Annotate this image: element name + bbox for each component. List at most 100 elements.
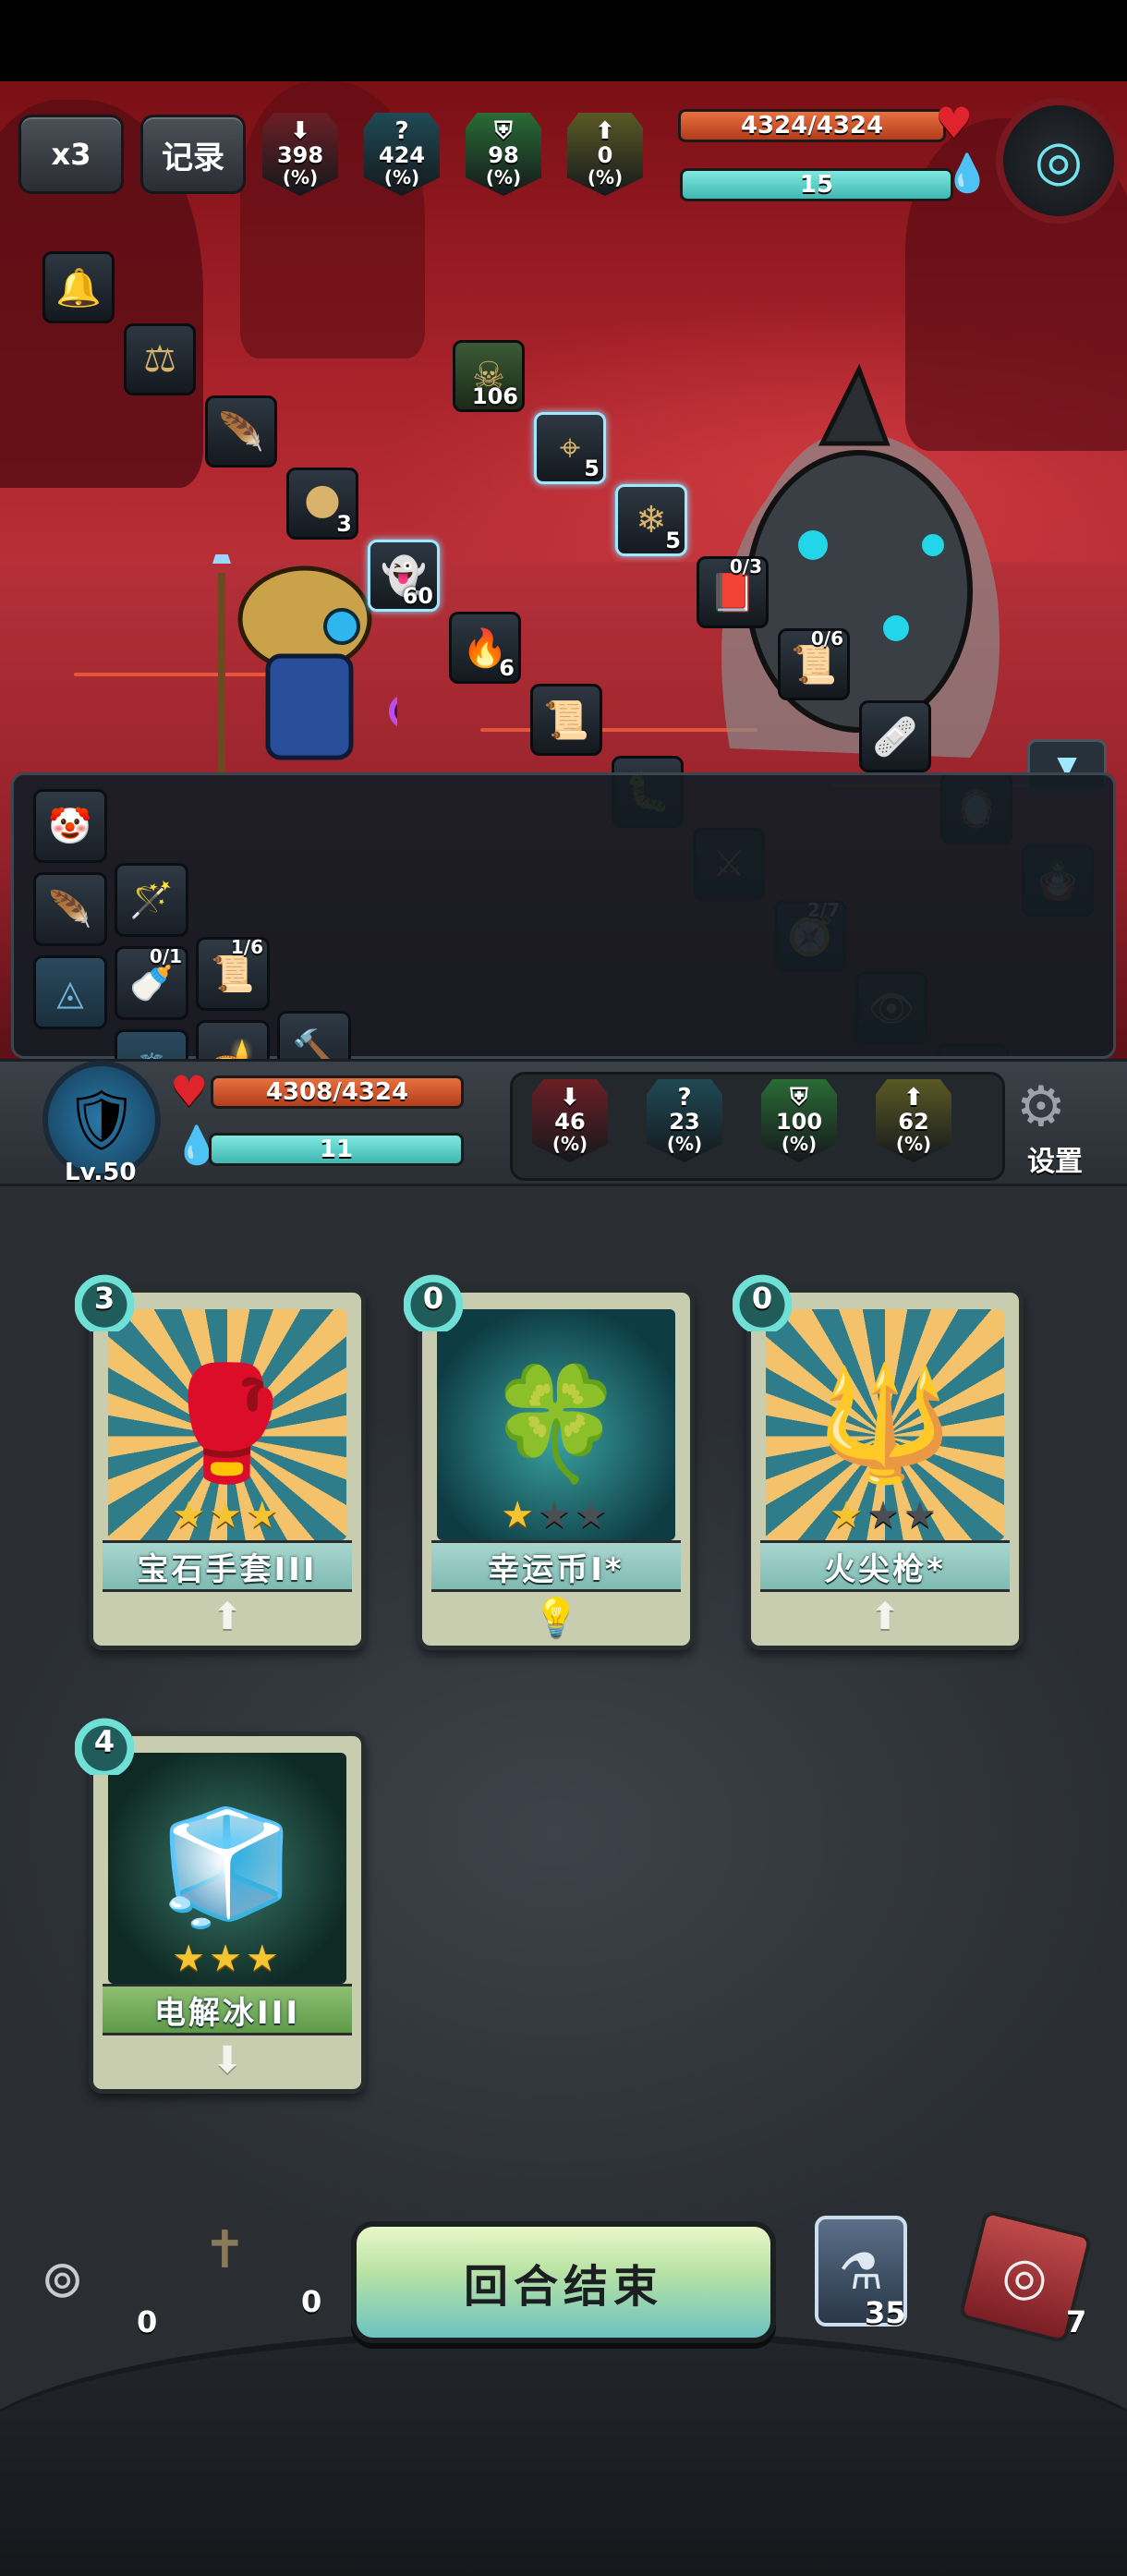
- deck-count: 7: [1066, 2304, 1087, 2339]
- player-hp-text: 4308/4324: [265, 1078, 409, 1106]
- star-icon: ★: [172, 1494, 210, 1537]
- stat-value: 62: [898, 1109, 929, 1135]
- moon-icon[interactable]: 🌑 3: [286, 468, 358, 540]
- card-name: 幸运币I*: [431, 1540, 681, 1592]
- bottom-bar: [0, 2328, 1127, 2576]
- card-stars: ★★★: [93, 1494, 361, 1537]
- stat-value: 398: [276, 142, 324, 168]
- buff-count: 6: [499, 655, 515, 681]
- wings-glyph: 🪶: [48, 888, 92, 930]
- stat-unit: (%): [781, 1133, 818, 1155]
- draw-pile-count: 35: [865, 2295, 906, 2330]
- card[interactable]: 🥊 ★★★ 宝石手套III ⬆ 3: [75, 1265, 366, 1650]
- grave-icon[interactable]: ✝: [203, 2225, 247, 2277]
- stat-shield: ? 424 (%): [364, 113, 440, 196]
- exhaust-pile-icon[interactable]: ⊚: [41, 2254, 84, 2306]
- star-icon: ★: [172, 1938, 210, 1980]
- star-icon: ★: [501, 1494, 539, 1537]
- hero-portrait-icon: 🛡: [64, 1086, 139, 1155]
- stat-unit: (%): [282, 166, 319, 188]
- question-icon: ?: [394, 117, 409, 145]
- bell-glyph: 🔔: [55, 266, 102, 310]
- card[interactable]: 🧊 ★★★ 电解冰III ⬇ 4: [75, 1708, 366, 2094]
- enemy-portrait-icon: ◎: [1034, 128, 1084, 193]
- mana-drop-icon: 💧: [944, 152, 990, 195]
- stat-unit: (%): [666, 1133, 703, 1155]
- enemy-hp-text: 4324/4324: [740, 112, 884, 140]
- spellbook-icon[interactable]: 📕0/3: [697, 555, 769, 628]
- rune-a-icon[interactable]: ◬: [33, 955, 107, 1029]
- star-icon: ★: [538, 1494, 575, 1537]
- scroll-icon[interactable]: 📜 0/6: [778, 627, 850, 700]
- tome-icon[interactable]: 📜: [530, 684, 602, 756]
- enemy-portrait[interactable]: ◎: [996, 98, 1121, 224]
- buff-count: 60: [402, 583, 433, 609]
- poison-skull-icon[interactable]: ☠ 106: [453, 340, 525, 412]
- hand: 🥊 ★★★ 宝石手套III ⬆ 3 🍀 ★★★ 幸运币I* 💡 0 🔱 ★★★ 火尖枪* ⬆ 0 🧊 ★★★ 电解…: [0, 1186, 1127, 2203]
- card[interactable]: 🍀 ★★★ 幸运币I* 💡 0: [404, 1265, 695, 1650]
- star-icon: ★: [866, 1494, 903, 1537]
- heart-icon: ♥: [935, 98, 974, 148]
- stat-unit: (%): [383, 166, 420, 188]
- enemy-hp-bar: 4324/4324: [678, 109, 946, 142]
- gear-icon[interactable]: ⚙: [1016, 1079, 1066, 1135]
- tome-glyph: 📜: [543, 699, 589, 742]
- wings-icon[interactable]: 🪶: [205, 395, 277, 468]
- enemy-mana-text: 15: [799, 171, 834, 199]
- stat-unit: (%): [587, 166, 624, 188]
- stat-shield: ⛨ 98 (%): [466, 113, 541, 196]
- stat-value: 424: [378, 142, 426, 168]
- card-cost: 0: [733, 1265, 792, 1331]
- bandage-icon[interactable]: 🩹: [859, 700, 931, 772]
- stat-icon: ⬆: [903, 1084, 924, 1112]
- bell-icon[interactable]: 🔔: [42, 251, 115, 323]
- star-icon: ★: [574, 1494, 612, 1537]
- target-disc-icon: ◎: [996, 2242, 1055, 2312]
- charge-counter: 0/3: [729, 555, 762, 577]
- relic-row: 🤡🪄📜1/6🔨🪞⚖📕0/3🪆🐸🎲⏱🍦: [33, 789, 1105, 1676]
- stat-icon: ⬆: [595, 117, 615, 145]
- speed-button[interactable]: x3: [18, 115, 124, 194]
- wings-icon[interactable]: 🪶: [33, 872, 107, 946]
- settings-label[interactable]: 设置: [1027, 1138, 1083, 1179]
- card-name: 火尖枪*: [760, 1540, 1010, 1592]
- stat-shield: ⬇ 46 (%): [532, 1079, 608, 1162]
- stat-value: 98: [488, 142, 519, 168]
- target-icon[interactable]: ⌖ 5: [534, 412, 606, 484]
- card-stars: ★★★: [751, 1494, 1019, 1537]
- stat-shield: ⬆ 62 (%): [876, 1079, 951, 1162]
- card-stars: ★★★: [422, 1494, 690, 1537]
- enemy-buffs-row: ☠106⌖5❄5📕0/3📜0/6🩹🪞🪆: [453, 340, 1118, 917]
- player-character[interactable]: [185, 536, 424, 795]
- status-bar: [0, 0, 1127, 81]
- end-turn-label: 回合结束: [463, 2261, 663, 2313]
- card-cost: 0: [404, 1265, 463, 1331]
- stat-unit: (%): [895, 1133, 932, 1155]
- heart-icon: ♥: [170, 1066, 209, 1116]
- end-turn-button[interactable]: 回合结束: [351, 2221, 776, 2343]
- stat-icon: ⬇: [560, 1084, 580, 1112]
- bandage-glyph: 🩹: [872, 715, 918, 759]
- card-name: 电解冰III: [103, 1984, 352, 2035]
- jester-icon[interactable]: 🤡: [33, 789, 107, 863]
- card-type-icon: 💡: [533, 1596, 579, 1639]
- question-icon: ?: [677, 1084, 692, 1112]
- player-stats: ⬇ 46 (%)? 23 (%) ⛨ 100 (%) ⬆ 62 (%): [532, 1079, 994, 1172]
- flame-icon[interactable]: 🔥 6: [449, 612, 521, 684]
- record-button[interactable]: 记录: [140, 115, 246, 194]
- scales-glyph: ⚖: [143, 338, 176, 381]
- ghost-icon[interactable]: 👻 60: [368, 540, 440, 612]
- buff-count: 5: [665, 528, 681, 553]
- scales-icon[interactable]: ⚖: [124, 323, 196, 395]
- star-icon: ★: [245, 1494, 283, 1537]
- stat-icon: ⛨: [790, 1084, 808, 1112]
- stat-value: 100: [775, 1109, 823, 1135]
- stat-value: 23: [669, 1109, 700, 1135]
- jester-glyph: 🤡: [48, 805, 92, 846]
- rune-a-glyph: ◬: [56, 972, 84, 1013]
- wings-glyph: 🪶: [218, 410, 264, 454]
- card[interactable]: 🔱 ★★★ 火尖枪* ⬆ 0: [733, 1265, 1024, 1650]
- snowflake-icon[interactable]: ❄ 5: [615, 484, 687, 556]
- buff-count: 3: [336, 511, 352, 537]
- card-type-icon: ⬇: [212, 2039, 243, 2082]
